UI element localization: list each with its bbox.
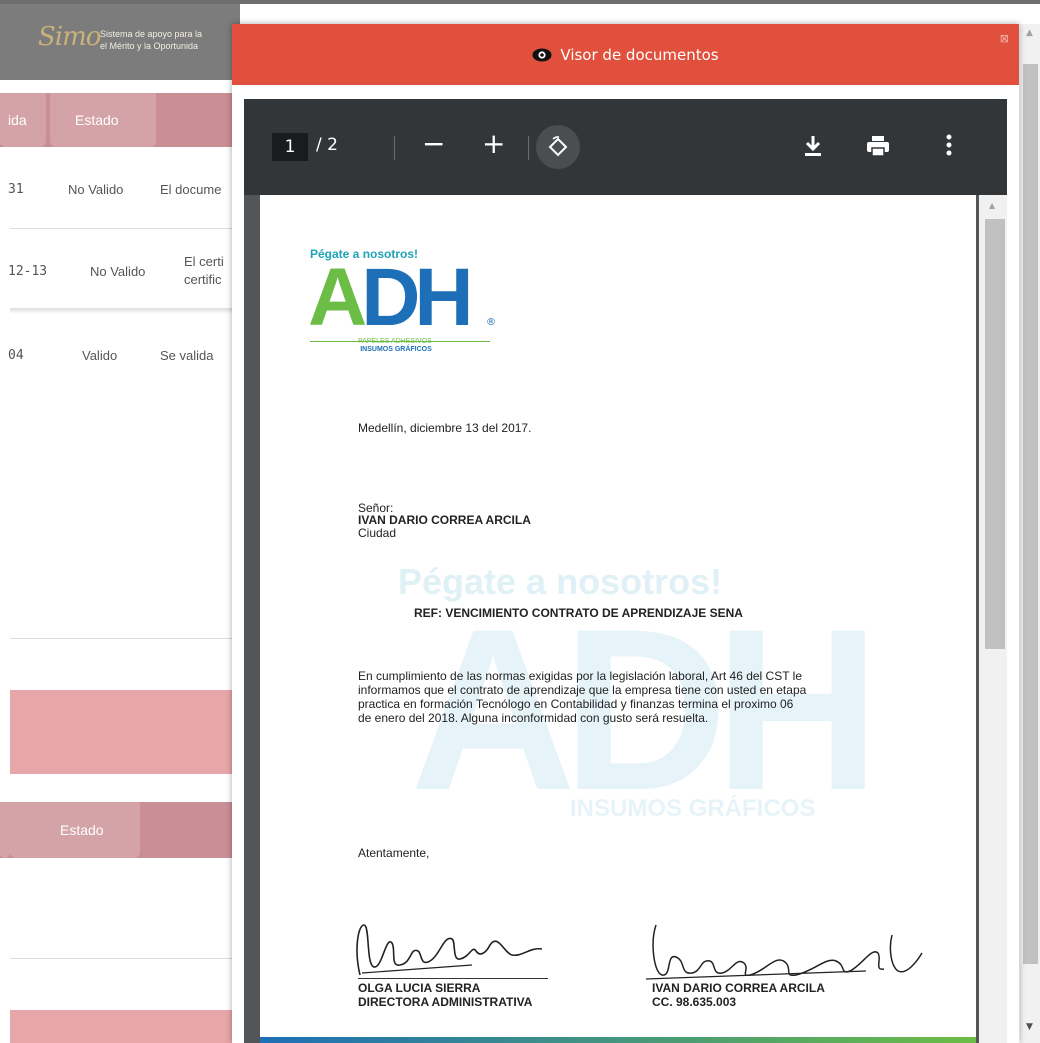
row-divider: [10, 228, 240, 229]
column-header-estado[interactable]: Estado: [75, 112, 119, 128]
page-number-input[interactable]: 1: [272, 133, 308, 161]
more-options-button[interactable]: [946, 133, 952, 161]
registered-mark: ®: [486, 317, 496, 328]
section-header-bar: [10, 1010, 240, 1043]
scroll-up-icon[interactable]: ▲: [1026, 28, 1033, 38]
close-icon[interactable]: ⊠: [1000, 32, 1009, 45]
row-shadow: [10, 308, 240, 314]
rotate-button[interactable]: [536, 125, 580, 169]
more-vert-icon: [946, 134, 952, 156]
company-logo: ADH: [308, 252, 474, 343]
logo-subtitle: PAPELES ADHESIVOS INSUMOS GRÁFICOS: [358, 338, 432, 353]
letter-date: Medellín, diciembre 13 del 2017.: [358, 421, 532, 435]
scroll-down-icon[interactable]: ▼: [1026, 1022, 1033, 1032]
section-header-bar: [10, 690, 240, 774]
signature-1-image: [356, 924, 543, 976]
page-footer-stripe: [260, 1037, 976, 1043]
row-estado: Valido: [82, 348, 118, 363]
row-estado: No Valido: [90, 264, 146, 279]
signer-1-name: OLGA LUCIA SIERRA: [358, 981, 481, 995]
watermark-subtitle: INSUMOS GRÁFICOS: [570, 795, 816, 822]
scroll-up-icon[interactable]: ▲: [989, 201, 995, 210]
simo-logo[interactable]: Simo: [38, 22, 101, 52]
toolbar-divider: [394, 136, 395, 160]
row-obs: El docume: [160, 182, 222, 197]
pdf-scrollbar-thumb[interactable]: [985, 219, 1005, 649]
modal-title: Visor de documentos: [232, 24, 1019, 85]
table-header-cell: [0, 802, 10, 858]
column-header-partial: ida: [8, 112, 27, 128]
print-button[interactable]: [866, 135, 890, 161]
row-obs: certific: [184, 272, 222, 287]
signer-2-id: CC. 98.635.003: [652, 995, 737, 1009]
letter-city: Ciudad: [358, 526, 397, 540]
signature-2-image: [645, 924, 923, 980]
letter-reference: REF: VENCIMIENTO CONTRATO DE APRENDIZAJE…: [414, 606, 743, 620]
page-count: / 2: [316, 135, 338, 155]
pdf-scrollbar[interactable]: ▲: [979, 195, 1007, 1043]
rotate-icon: [548, 136, 568, 157]
letter-body: En cumplimiento de las normas exigidas p…: [358, 669, 807, 725]
letter-recipient: IVAN DARIO CORREA ARCILA: [358, 513, 531, 527]
pdf-toolbar: 1 / 2 − +: [244, 99, 1007, 195]
print-icon: [867, 136, 889, 157]
download-button[interactable]: [804, 135, 822, 161]
row-obs: El certi: [184, 254, 224, 269]
page-scrollbar-thumb[interactable]: [1023, 64, 1038, 964]
download-icon: [805, 136, 821, 156]
simo-tagline: Sistema de apoyo para la el Mérito y la …: [100, 29, 203, 51]
page-scrollbar[interactable]: ▲ ▼: [1020, 24, 1040, 1043]
toolbar-divider: [528, 136, 529, 160]
section-divider: [10, 638, 240, 639]
column-header-estado[interactable]: Estado: [60, 822, 104, 838]
document-viewer-modal: Visor de documentos ⊠ 1 / 2 − + Pégate a…: [232, 24, 1019, 1043]
row-date: 04: [8, 348, 24, 363]
row-obs: Se valida: [160, 348, 214, 363]
letter-closing: Atentamente,: [358, 846, 430, 860]
signature-1-line: [358, 978, 548, 979]
section-divider: [10, 958, 240, 959]
zoom-out-button[interactable]: −: [422, 127, 445, 160]
row-date: 12-13: [8, 264, 48, 279]
signer-1-title: DIRECTORA ADMINISTRATIVA: [358, 995, 533, 1009]
signer-2-name: IVAN DARIO CORREA ARCILA: [652, 981, 825, 995]
eye-icon: [532, 48, 552, 61]
zoom-in-button[interactable]: +: [482, 127, 505, 160]
pdf-page: Pégate a nosotros! ADH INSUMOS GRÁFICOS …: [260, 195, 976, 1043]
row-estado: No Valido: [68, 182, 124, 197]
pdf-viewer: 1 / 2 − + Pégate a nosotros! ADH INSUMOS…: [244, 99, 1007, 1043]
row-date: 31: [8, 182, 24, 197]
